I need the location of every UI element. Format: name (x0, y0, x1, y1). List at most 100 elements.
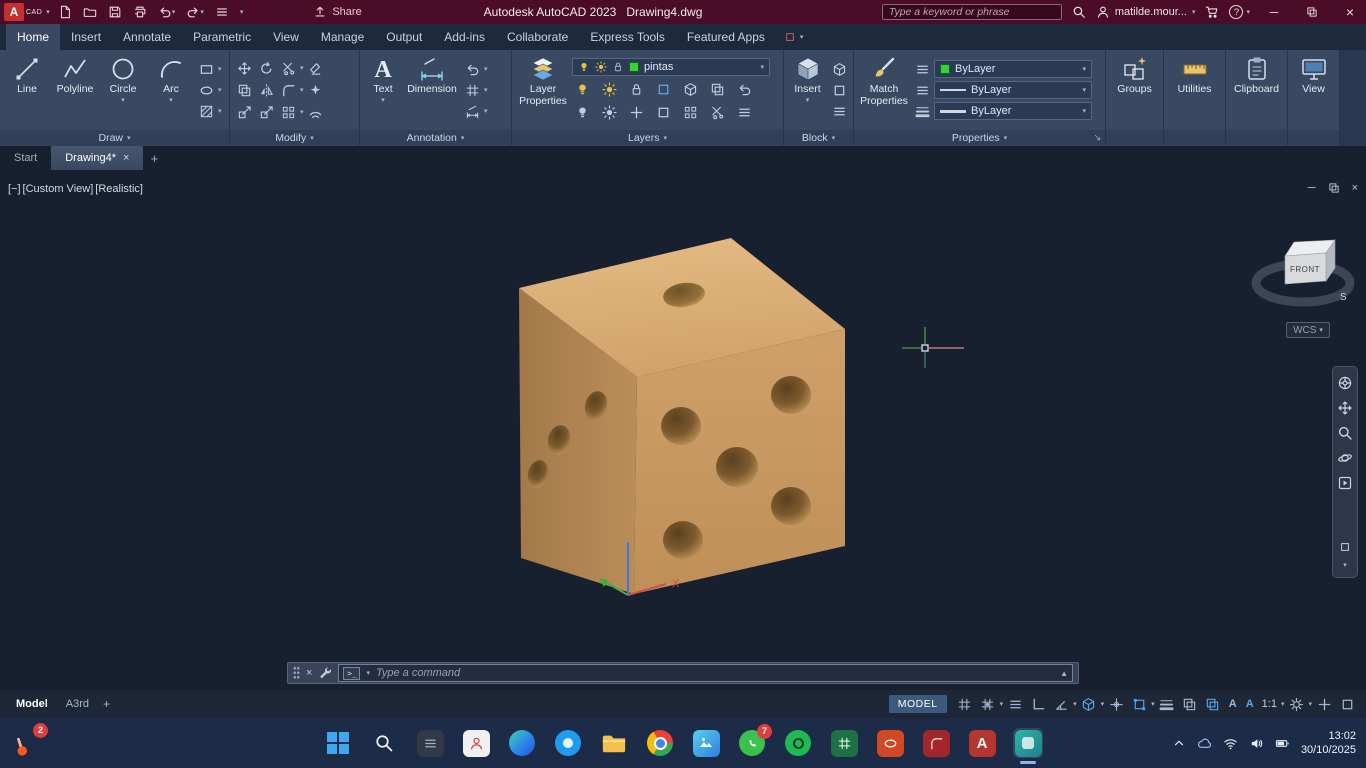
edit-attributes-tool[interactable] (829, 102, 849, 121)
dynamic-input-icon[interactable] (1004, 694, 1026, 714)
taskbar-app-5[interactable] (829, 728, 859, 758)
mirror-tool[interactable] (256, 81, 276, 100)
drawing-area[interactable]: X FRONT S [−] [Custom View] [Realistic] … (0, 170, 1366, 690)
photos-icon[interactable] (691, 728, 721, 758)
tab-home[interactable]: Home (6, 24, 60, 50)
keyword-search-input[interactable] (882, 4, 1062, 20)
lineweight-list-icon[interactable] (912, 102, 932, 121)
line-tool[interactable]: Line (4, 52, 50, 128)
caret-down-icon[interactable]: ▾ (1000, 701, 1004, 708)
search-icon[interactable] (1072, 5, 1086, 19)
annotation-autoscale-icon[interactable]: A (1242, 694, 1258, 714)
caret-down-icon[interactable]: ▾ (1073, 701, 1077, 708)
panel-label-draw[interactable]: Draw▾ (0, 130, 229, 146)
taskbar-clock[interactable]: 13:02 30/10/2025 (1301, 729, 1356, 758)
panel-label-properties[interactable]: Properties▾ (854, 130, 1105, 146)
match-layer-tool[interactable] (707, 80, 727, 99)
dice-solid[interactable] (519, 238, 845, 594)
linetype-select[interactable]: ByLayer ▾ (934, 81, 1092, 99)
scale-tool[interactable] (256, 103, 276, 122)
caret-down-icon[interactable]: ▾ (1101, 701, 1105, 708)
pan-icon[interactable] (1337, 400, 1353, 416)
command-input-field[interactable]: >_ ▾ ▲ (338, 664, 1073, 682)
start-button[interactable] (323, 728, 353, 758)
volume-icon[interactable] (1249, 736, 1264, 751)
viewport-minimize-icon[interactable]: ─ (1308, 182, 1316, 194)
taskbar-app-2[interactable] (461, 728, 491, 758)
tab-featured-apps[interactable]: Featured Apps (676, 24, 776, 50)
navbar-more-icon[interactable] (1339, 541, 1351, 553)
layer-lock-tool[interactable] (626, 80, 646, 99)
close-button[interactable]: × (1336, 0, 1364, 24)
redo-button[interactable]: ▾ (186, 5, 204, 19)
tab-addins[interactable]: Add-ins (433, 24, 496, 50)
autocad-app-icon[interactable]: A (967, 728, 997, 758)
caret-down-icon[interactable]: ▾ (1151, 701, 1155, 708)
polar-tracking-icon[interactable] (1050, 694, 1072, 714)
layout-tab-a3rd[interactable]: A3rd (66, 698, 89, 710)
array-tool[interactable] (278, 103, 298, 122)
chrome-icon[interactable] (645, 728, 675, 758)
utilities-button[interactable]: Utilities (1172, 52, 1218, 128)
isolate-objects-icon[interactable] (1336, 694, 1358, 714)
move-tool[interactable] (234, 59, 254, 78)
copy-tool[interactable] (234, 81, 254, 100)
dimension-style-tool[interactable] (462, 102, 482, 121)
command-input[interactable] (376, 667, 1054, 679)
restore-button[interactable] (1298, 0, 1326, 24)
caret-down-icon[interactable]: ▾ (1308, 701, 1312, 708)
help-menu[interactable]: ? ▾ (1229, 5, 1250, 19)
dialog-launcher-icon[interactable] (1093, 133, 1102, 142)
rectangle-tool[interactable] (196, 60, 216, 79)
drawing-viewport[interactable]: X FRONT S (0, 170, 1366, 690)
previous-layer-tool[interactable] (734, 80, 754, 99)
panel-label-block[interactable]: Block▾ (784, 130, 853, 146)
match-properties-button[interactable]: Match Properties (858, 52, 910, 128)
wifi-icon[interactable] (1223, 736, 1238, 751)
polyline-tool[interactable]: Polyline (52, 52, 98, 128)
orbit-icon[interactable] (1337, 450, 1353, 466)
account-menu[interactable]: matilde.mour... ▾ (1096, 5, 1196, 19)
annotation-monitor-icon[interactable] (1313, 694, 1335, 714)
linetype-list-icon[interactable] (912, 81, 932, 100)
dimension-tool[interactable]: Dimension (404, 52, 460, 128)
erase-tool[interactable] (306, 59, 326, 78)
explode-tool[interactable] (306, 81, 326, 100)
object-snap-icon[interactable] (1128, 694, 1150, 714)
circle-tool[interactable]: Circle▾ (100, 52, 146, 128)
view-button[interactable]: View (1292, 52, 1335, 128)
autocad-logo[interactable]: A (4, 3, 24, 21)
rotate-tool[interactable] (256, 59, 276, 78)
customize-wrench-icon[interactable] (318, 666, 332, 680)
save-button[interactable] (108, 5, 122, 19)
hidden-icons-chevron[interactable] (1172, 736, 1186, 750)
navbar-caret-icon[interactable]: ▾ (1343, 562, 1347, 569)
taskbar-app-3[interactable] (553, 728, 583, 758)
ribbon-display-toggle[interactable] (784, 31, 796, 43)
share-button[interactable]: Share (313, 5, 361, 19)
model-space-badge[interactable]: MODEL (889, 695, 947, 713)
layer-unisolate-tool[interactable] (599, 103, 619, 122)
ellipse-tool[interactable] (196, 81, 216, 100)
make-current-layer-tool[interactable] (680, 80, 700, 99)
undo-button[interactable]: ▾ (158, 5, 176, 19)
whatsapp-icon[interactable]: 7 (737, 728, 767, 758)
transparency-icon[interactable] (1179, 694, 1201, 714)
plot-button[interactable] (133, 5, 147, 19)
store-cart-icon[interactable] (1205, 5, 1219, 19)
stretch-tool[interactable] (234, 103, 254, 122)
lineweight-display-icon[interactable] (1156, 694, 1178, 714)
tab-view[interactable]: View (262, 24, 310, 50)
layer-merge-tool[interactable] (680, 103, 700, 122)
viewport-restore-icon[interactable] (1328, 182, 1340, 194)
widgets-button[interactable]: 2 (8, 724, 54, 762)
navigation-wheel-icon[interactable] (1337, 375, 1353, 391)
grid-display-icon[interactable] (954, 694, 976, 714)
model-tab[interactable]: Model (16, 698, 48, 710)
panel-label-annotation[interactable]: Annotation▾ (360, 130, 511, 146)
arc-tool[interactable]: Arc▾ (148, 52, 194, 128)
block-editor-tool[interactable] (829, 81, 849, 100)
isometric-drafting-icon[interactable] (1078, 694, 1100, 714)
tab-insert[interactable]: Insert (60, 24, 112, 50)
open-file-button[interactable] (83, 5, 97, 19)
